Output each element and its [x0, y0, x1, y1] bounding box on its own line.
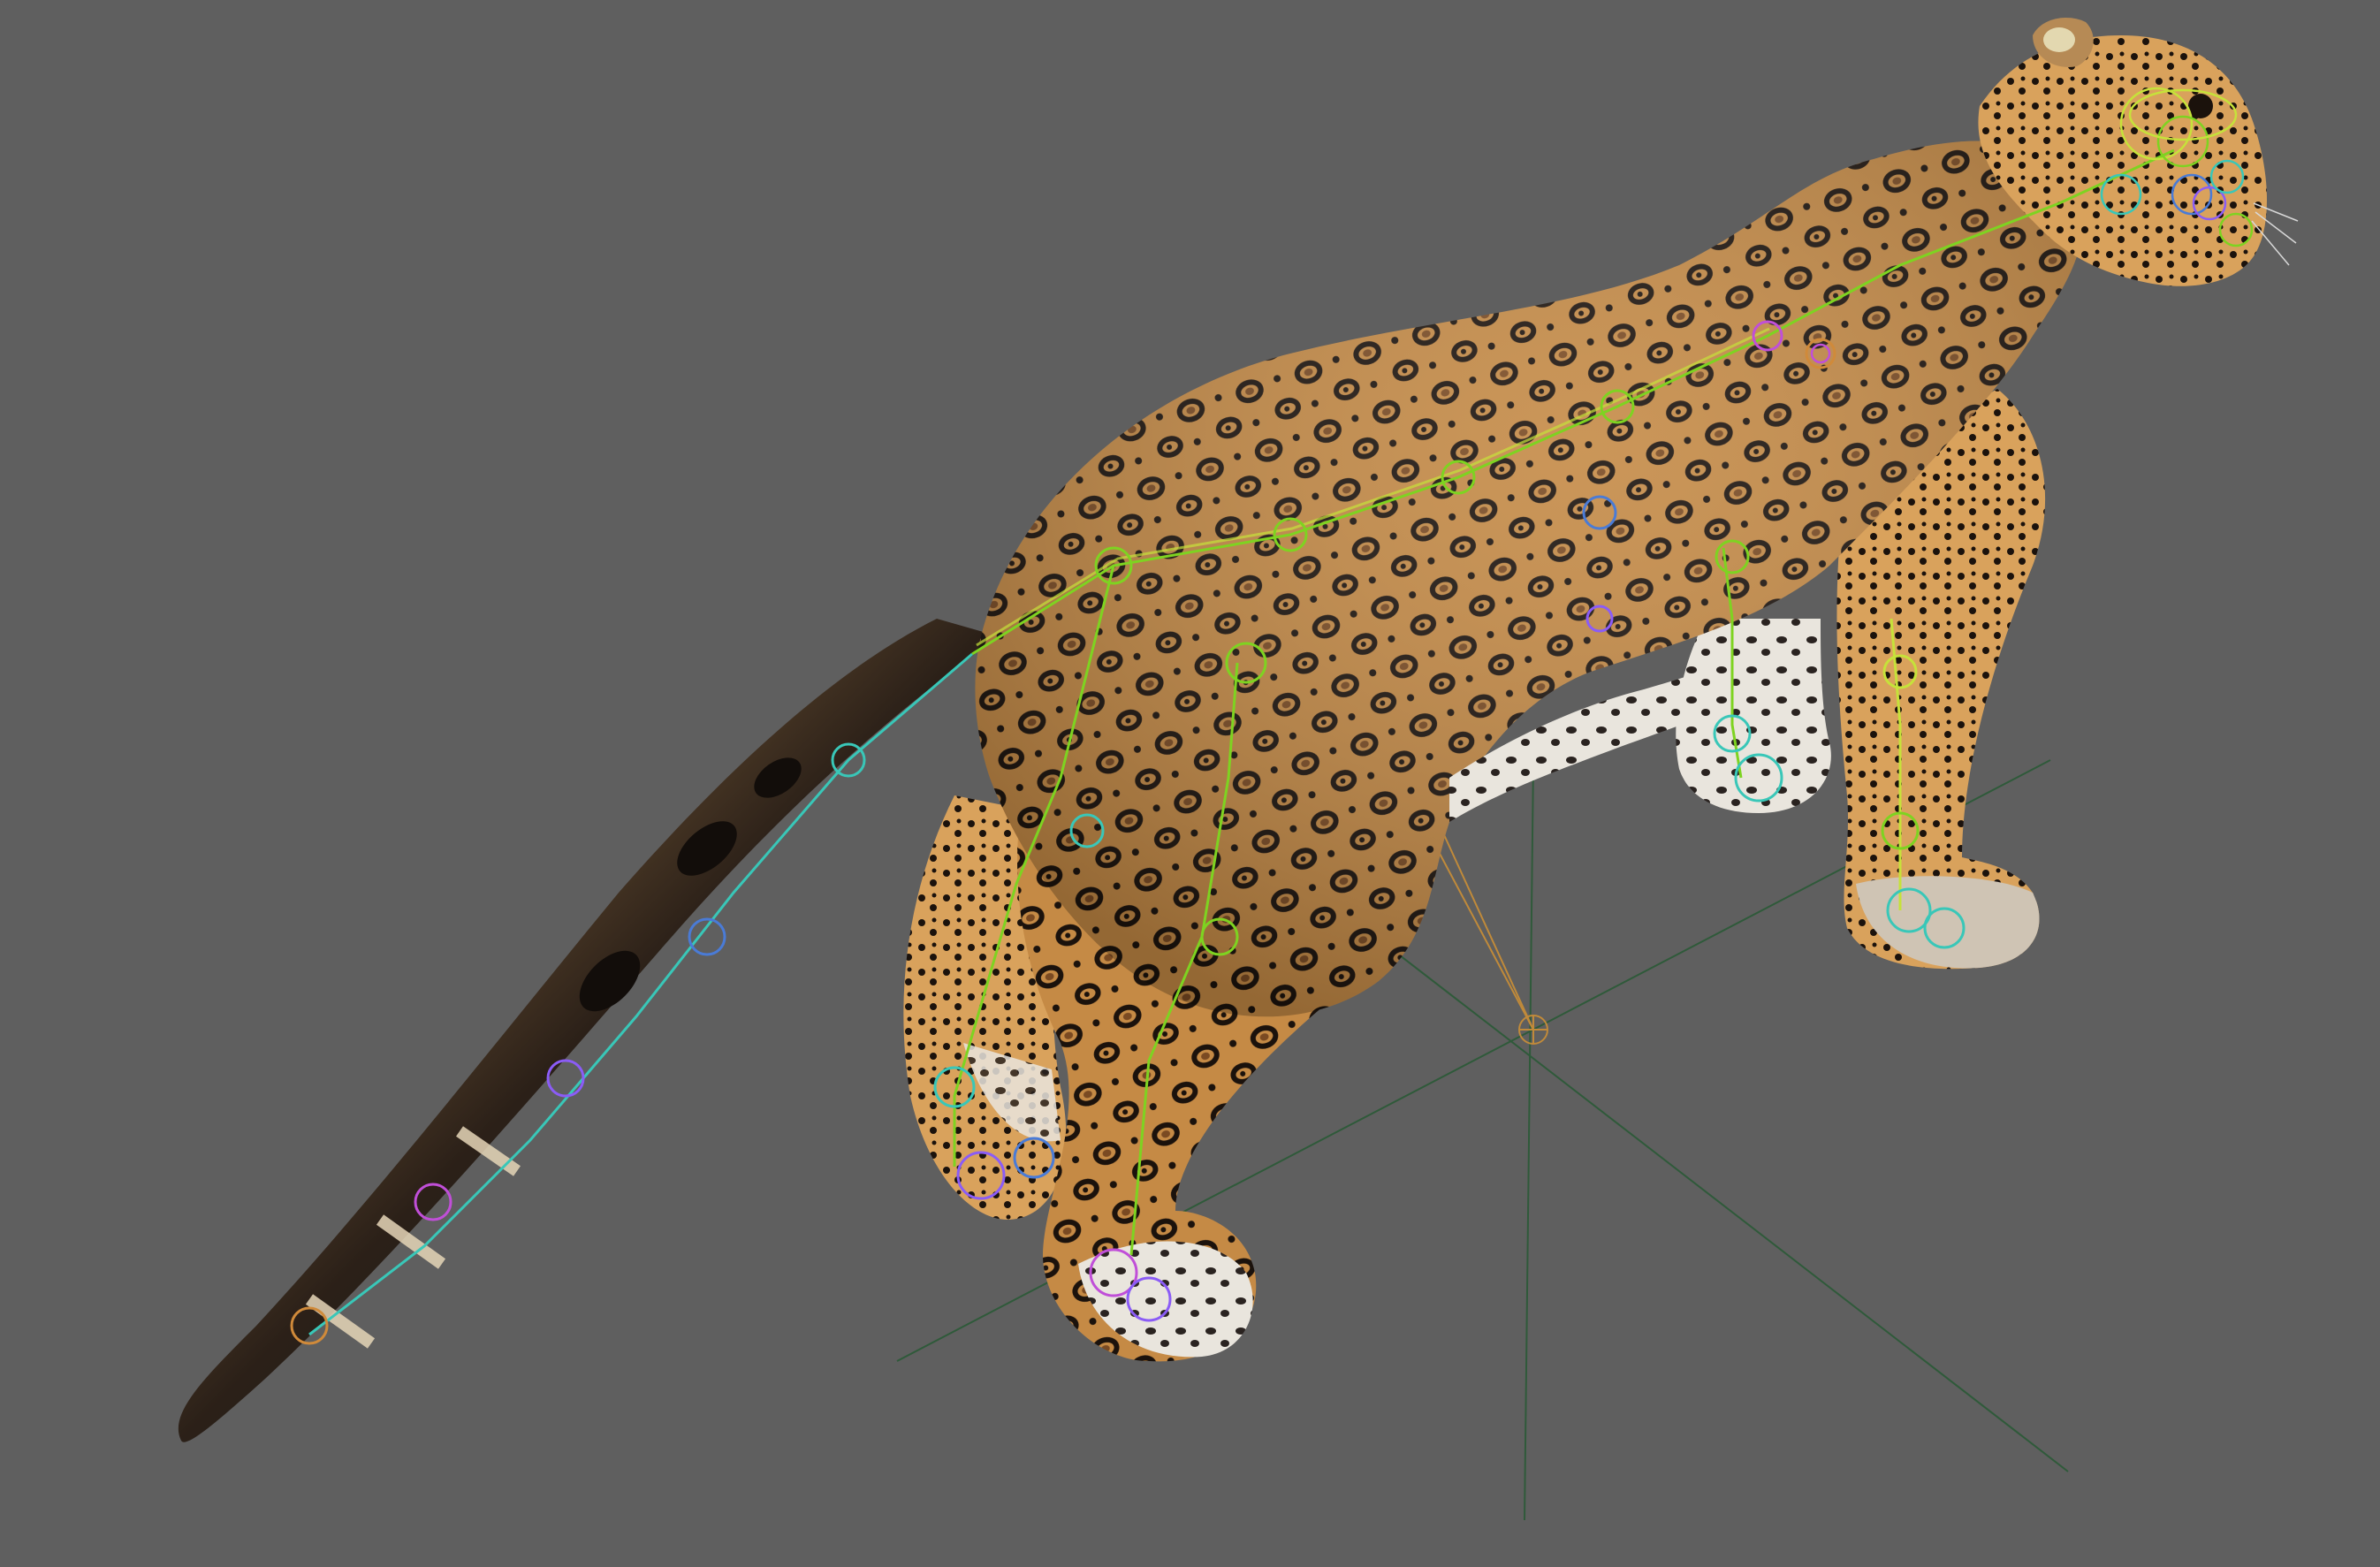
eye — [2188, 94, 2213, 118]
3d-viewport[interactable] — [0, 0, 2380, 1567]
jaguar-tail[interactable] — [178, 619, 999, 1442]
root-pivot-icon[interactable] — [1422, 817, 1548, 1045]
